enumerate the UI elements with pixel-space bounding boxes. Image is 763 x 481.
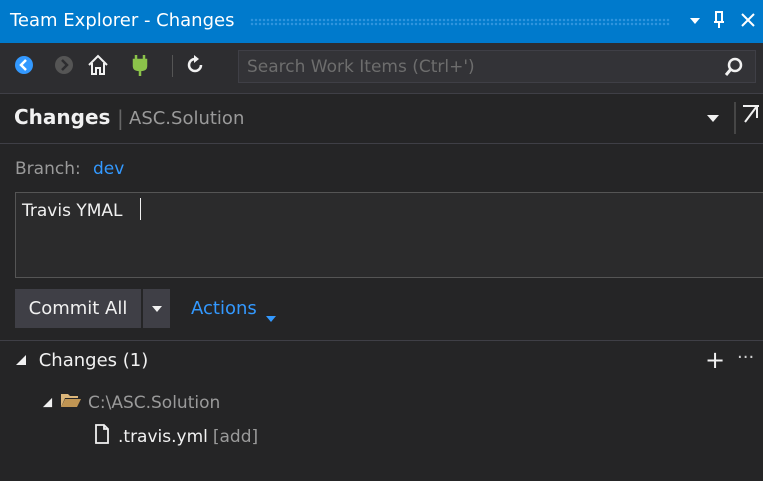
title-separator: | — [117, 106, 124, 130]
title-bar-grip[interactable] — [250, 18, 670, 26]
commit-dropdown-button[interactable] — [143, 289, 170, 328]
file-icon — [94, 424, 110, 449]
undock-icon[interactable] — [733, 100, 763, 136]
search-icon[interactable] — [723, 56, 745, 82]
actions-menu-link[interactable]: Actions — [191, 298, 257, 319]
solution-name: ASC.Solution — [129, 108, 245, 129]
window-title: Team Explorer - Changes — [10, 10, 235, 31]
chevron-down-icon — [151, 305, 162, 312]
commit-message-field[interactable]: Travis YMAL — [15, 192, 763, 278]
commit-message-text: Travis YMAL — [22, 201, 123, 221]
file-tree-item[interactable]: .travis.yml [add] — [94, 424, 258, 449]
file-status: [add] — [212, 426, 259, 447]
branch-label: Branch: — [15, 159, 81, 179]
actions-chevron-icon[interactable] — [265, 308, 277, 327]
page-menu-chevron-icon[interactable] — [706, 110, 720, 129]
text-caret — [140, 198, 141, 220]
folder-icon — [60, 391, 82, 414]
branch-link[interactable]: dev — [93, 159, 124, 179]
search-placeholder: Search Work Items (Ctrl+') — [247, 57, 475, 77]
changes-count-label: Changes (1) — [38, 350, 149, 371]
toolbar-separator — [172, 55, 173, 77]
more-options-icon[interactable]: ··· — [737, 347, 754, 368]
changes-section-header[interactable]: Changes (1) — [15, 350, 148, 371]
team-explorer-window: Team Explorer - Changes Search Work Item… — [0, 0, 763, 481]
close-icon[interactable] — [740, 8, 756, 37]
expand-triangle-icon[interactable] — [15, 350, 27, 371]
forward-icon[interactable] — [52, 53, 76, 77]
section-divider — [0, 340, 763, 341]
pin-icon[interactable] — [712, 8, 726, 37]
page-title: Changes — [14, 105, 111, 129]
back-icon[interactable] — [12, 53, 36, 77]
toolbar: Search Work Items (Ctrl+') — [0, 43, 763, 94]
commit-all-button[interactable]: Commit All — [15, 289, 141, 328]
title-bar: Team Explorer - Changes — [0, 0, 763, 43]
folder-tree-item[interactable]: C:\ASC.Solution — [42, 391, 220, 414]
file-name: .travis.yml — [118, 426, 208, 447]
refresh-icon[interactable] — [183, 53, 207, 77]
search-input[interactable]: Search Work Items (Ctrl+') — [238, 50, 756, 83]
chevron-down-icon[interactable] — [688, 8, 702, 37]
stage-all-plus-icon[interactable]: + — [705, 348, 725, 372]
home-icon[interactable] — [86, 53, 110, 77]
connect-icon[interactable] — [128, 53, 152, 77]
expand-triangle-icon[interactable] — [42, 393, 53, 413]
folder-path: C:\ASC.Solution — [88, 392, 221, 413]
header-divider — [0, 143, 763, 144]
